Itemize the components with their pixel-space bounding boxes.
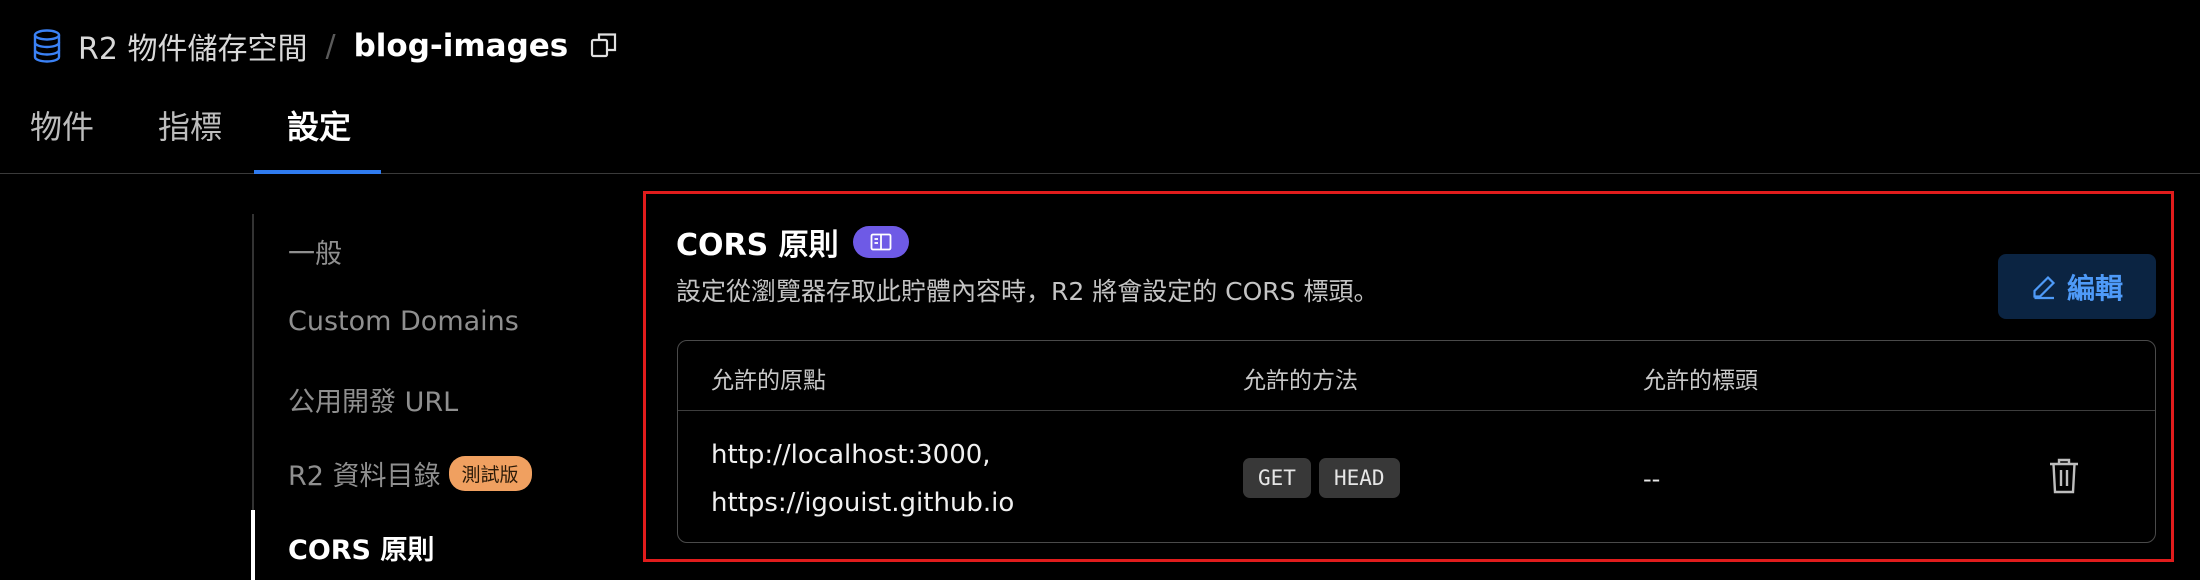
edit-button-label: 編輯 — [2066, 271, 2123, 305]
copy-icon[interactable] — [590, 31, 620, 61]
method-pill: HEAD — [1318, 458, 1400, 498]
method-pill: GET — [1243, 458, 1311, 498]
cors-rules-table: 允許的原點 允許的方法 允許的標頭 http://localhost:3000,… — [677, 340, 2156, 543]
nav-item-label: Custom Domains — [288, 306, 519, 337]
tab-bar: 物件 指標 設定 — [0, 92, 2200, 174]
active-nav-indicator — [251, 510, 255, 580]
nav-item-label: R2 資料目錄 — [288, 461, 441, 492]
allowed-methods-cell: GET HEAD — [1243, 458, 1400, 498]
nav-item-label: CORS 原則 — [288, 535, 435, 566]
database-icon — [32, 29, 64, 63]
origin-value: http://localhost:3000, — [711, 440, 991, 470]
breadcrumb-separator: / — [325, 28, 336, 64]
origin-value: https://igouist.github.io — [711, 488, 1015, 518]
breadcrumb-parent-link[interactable]: R2 物件儲存空間 — [78, 24, 307, 68]
settings-nav: 一般 Custom Domains 公用開發 URL R2 資料目錄 測試版 C… — [251, 214, 552, 580]
active-tab-indicator — [254, 170, 381, 174]
table-divider — [678, 410, 2155, 411]
pencil-icon — [2031, 274, 2057, 300]
column-header-allowed-headers: 允許的標頭 — [1643, 368, 1758, 394]
breadcrumb: R2 物件儲存空間 / blog-images — [32, 22, 620, 70]
tab-objects[interactable]: 物件 — [30, 102, 94, 174]
trash-icon[interactable] — [2048, 457, 2084, 497]
cors-title: CORS 原則 — [676, 228, 839, 263]
book-icon — [870, 233, 892, 251]
allowed-headers-cell: -- — [1643, 465, 1661, 493]
nav-item-label: 一般 — [288, 239, 342, 270]
cors-title-row: CORS 原則 — [676, 220, 909, 264]
tab-settings[interactable]: 設定 — [287, 102, 351, 174]
tab-metrics[interactable]: 指標 — [158, 102, 222, 174]
edit-button[interactable]: 編輯 — [1998, 254, 2156, 319]
beta-badge: 測試版 — [448, 456, 532, 491]
cors-description: 設定從瀏覽器存取此貯體內容時，R2 將會設定的 CORS 標頭。 — [676, 277, 1379, 306]
nav-item-label: 公用開發 URL — [288, 387, 459, 418]
docs-button[interactable] — [852, 226, 909, 258]
nav-item-data-catalog[interactable]: R2 資料目錄 測試版 — [288, 454, 532, 493]
nav-item-custom-domains[interactable]: Custom Domains — [288, 306, 519, 337]
nav-item-general[interactable]: 一般 — [288, 232, 342, 271]
nav-item-public-dev-url[interactable]: 公用開發 URL — [288, 380, 458, 419]
bucket-name: blog-images — [353, 28, 569, 64]
nav-item-cors-policy[interactable]: CORS 原則 — [288, 528, 434, 567]
cors-policy-panel: CORS 原則 設定從瀏覽器存取此貯體內容時，R2 將會設定的 CORS 標頭。… — [643, 191, 2174, 562]
allowed-origins-cell: http://localhost:3000, https://igouist.g… — [711, 431, 1014, 527]
column-header-allowed-origins: 允許的原點 — [711, 368, 826, 394]
column-header-allowed-methods: 允許的方法 — [1243, 368, 1358, 394]
